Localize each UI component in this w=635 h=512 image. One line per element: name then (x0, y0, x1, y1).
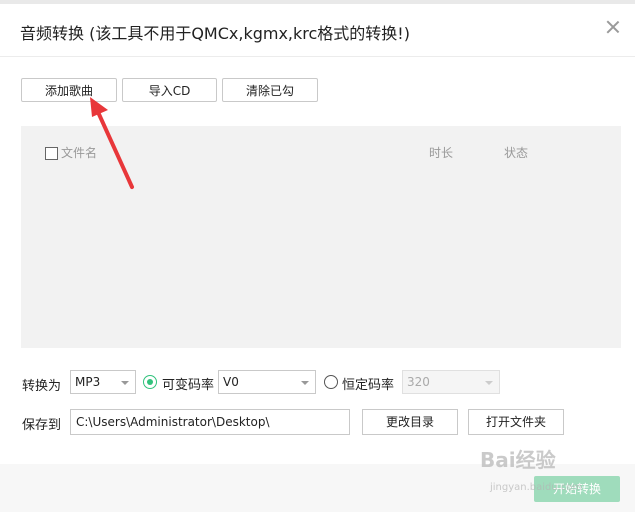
cbr-label[interactable]: 恒定码率 (342, 374, 394, 393)
column-header-duration[interactable]: 时长 (429, 144, 453, 161)
select-all-checkbox[interactable] (45, 147, 58, 160)
file-list: 文件名 时长 状态 (21, 126, 621, 348)
save-to-label: 保存到 (22, 418, 62, 433)
convert-to-label: 转换为 (22, 379, 62, 394)
vbr-radio[interactable] (143, 375, 157, 389)
vbr-label[interactable]: 可变码率 (162, 374, 214, 393)
baidu-watermark: Bai经验 jingyan.baidu.com (480, 444, 620, 504)
chevron-down-icon (301, 381, 309, 385)
cbr-radio[interactable] (324, 375, 338, 389)
cbr-select: 320 (402, 370, 500, 394)
format-select-value: MP3 (75, 375, 101, 389)
format-select[interactable]: MP3 (70, 370, 136, 394)
column-header-status[interactable]: 状态 (504, 144, 528, 161)
close-icon[interactable] (604, 18, 622, 36)
change-dir-button[interactable]: 更改目录 (362, 409, 458, 435)
audio-convert-dialog: 音频转换 (该工具不用于QMCx,kgmx,krc格式的转换!) 添加歌曲 导入… (0, 0, 635, 512)
watermark-sub: jingyan.baidu.com (490, 482, 583, 493)
cbr-select-value: 320 (407, 375, 430, 389)
dialog-title: 音频转换 (该工具不用于QMCx,kgmx,krc格式的转换!) (20, 24, 410, 43)
vbr-select[interactable]: V0 (218, 370, 316, 394)
open-folder-button[interactable]: 打开文件夹 (468, 409, 564, 435)
add-song-button[interactable]: 添加歌曲 (21, 78, 117, 102)
vbr-select-value: V0 (223, 375, 239, 389)
chevron-down-icon (121, 381, 129, 385)
clear-checked-button[interactable]: 清除已勾 (222, 78, 318, 102)
import-cd-button[interactable]: 导入CD (122, 78, 217, 102)
watermark-text: Bai经验 (480, 448, 556, 472)
save-path-input[interactable]: C:\Users\Administrator\Desktop\ (70, 409, 350, 435)
column-header-filename[interactable]: 文件名 (61, 144, 97, 161)
title-divider (0, 56, 635, 57)
chevron-down-icon (485, 381, 493, 385)
